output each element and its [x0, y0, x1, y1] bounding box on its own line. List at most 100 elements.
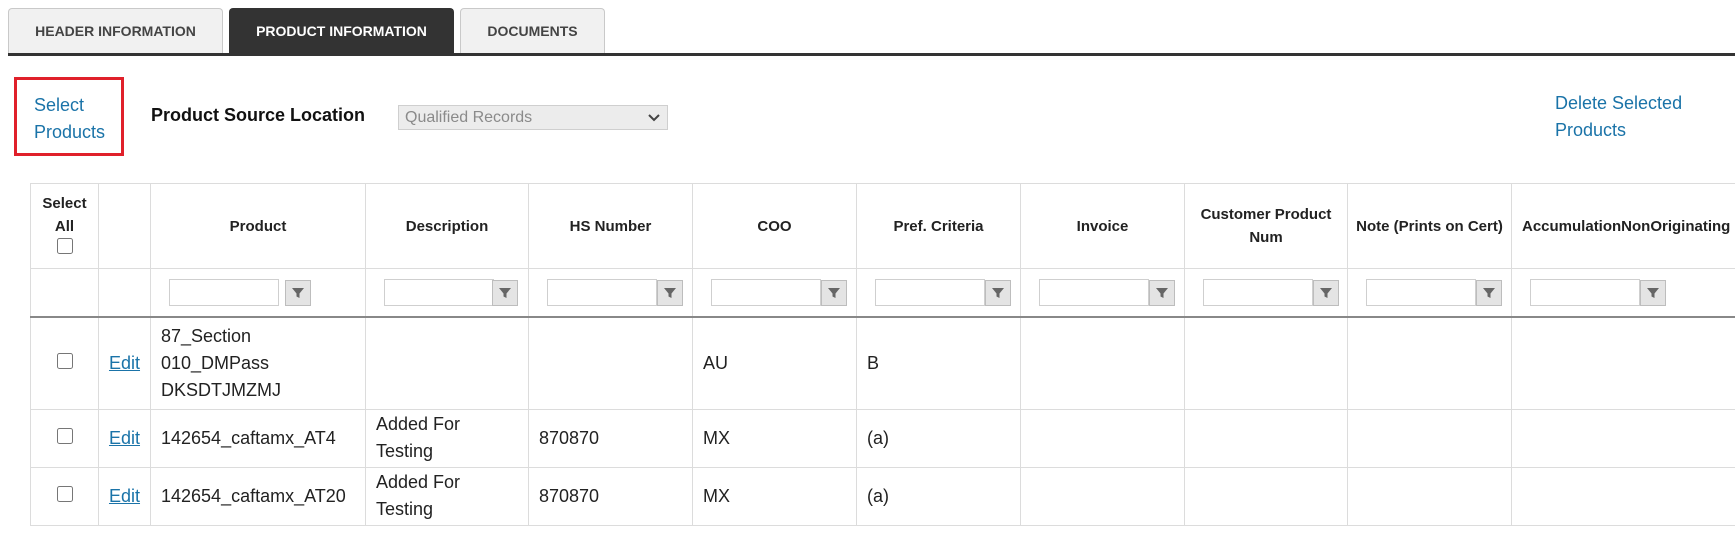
row-checkbox[interactable] — [56, 485, 73, 502]
cell-hs-number: 870870 — [528, 408, 693, 468]
row-edit-cell: Edit — [98, 466, 151, 526]
table-row: Edit 142654_caftamx_AT4 Added For Testin… — [30, 408, 1735, 468]
select-all-line2: All — [54, 217, 75, 235]
row-checkbox[interactable] — [56, 352, 73, 369]
tab-bar: HEADER INFORMATION PRODUCT INFORMATION D… — [0, 0, 1735, 56]
product-line: 010_DMPass — [161, 352, 270, 373]
edit-link[interactable]: Edit — [109, 353, 140, 373]
funnel-icon[interactable] — [1313, 279, 1339, 306]
header-select-all: Select All — [30, 183, 99, 269]
filter-pref-criteria — [856, 268, 1021, 318]
funnel-icon[interactable] — [657, 279, 683, 306]
filter-cell-empty — [30, 268, 99, 318]
funnel-icon[interactable] — [285, 279, 311, 306]
delete-selected-products-link[interactable]: Delete Selected Products — [1555, 90, 1682, 144]
cell-product: 87_Section 010_DMPass DKSDTJMZMJ — [150, 316, 366, 410]
header-edit — [98, 183, 151, 269]
header-hs-number[interactable]: HS Number — [528, 183, 693, 269]
edit-link[interactable]: Edit — [109, 486, 140, 506]
table-row: Edit 142654_caftamx_AT20 Added For Testi… — [30, 466, 1735, 526]
filter-customer-product-num — [1184, 268, 1348, 318]
cell-description: Added For Testing — [365, 466, 529, 526]
select-all-checkbox[interactable] — [56, 237, 73, 254]
product-source-location-value: Qualified Records — [405, 108, 533, 126]
cell-accumulation — [1511, 466, 1735, 526]
funnel-icon[interactable] — [821, 279, 847, 306]
tab-underline — [8, 53, 1735, 56]
description-line: Added For — [376, 472, 461, 492]
filter-input-invoice[interactable] — [1039, 279, 1149, 306]
filter-input-description[interactable] — [384, 279, 494, 306]
delete-selected-line2[interactable]: Products — [1555, 117, 1682, 144]
cell-pref-criteria: (a) — [856, 408, 1021, 468]
filter-input-product[interactable] — [169, 279, 279, 306]
header-customer-product-num[interactable]: Customer Product Num — [1184, 183, 1348, 269]
cell-coo: AU — [692, 316, 857, 410]
filter-input-pref-criteria[interactable] — [875, 279, 985, 306]
product-source-location-select[interactable]: Qualified Records — [398, 105, 668, 130]
filter-cell-empty — [98, 268, 151, 318]
products-grid: Select All Product Description HS Number… — [30, 183, 1735, 536]
edit-link[interactable]: Edit — [109, 428, 140, 448]
filter-accumulation — [1511, 268, 1735, 318]
cell-invoice — [1020, 316, 1185, 410]
product-line: 142654_caftamx_AT4 — [161, 427, 336, 448]
table-row: Edit 87_Section 010_DMPass DKSDTJMZMJ AU… — [30, 316, 1735, 410]
product-line: DKSDTJMZMJ — [161, 379, 281, 400]
header-description[interactable]: Description — [365, 183, 529, 269]
delete-selected-line1[interactable]: Delete Selected — [1555, 90, 1682, 117]
tab-documents[interactable]: DOCUMENTS — [460, 8, 605, 53]
select-products-line2[interactable]: Products — [34, 119, 121, 146]
filter-hs-number — [528, 268, 693, 318]
funnel-icon[interactable] — [985, 279, 1011, 306]
cell-pref-criteria: (a) — [856, 466, 1021, 526]
header-coo[interactable]: COO — [692, 183, 857, 269]
filter-input-hs-number[interactable] — [547, 279, 657, 306]
cell-invoice — [1020, 408, 1185, 468]
filter-description — [365, 268, 529, 318]
header-accumulation[interactable]: AccumulationNonOriginating — [1511, 183, 1735, 269]
cell-description — [365, 316, 529, 410]
product-source-location-label: Product Source Location — [151, 105, 366, 125]
description-line: Added For — [376, 414, 461, 434]
filter-product — [150, 268, 366, 318]
filter-input-accumulation[interactable] — [1530, 279, 1640, 306]
filter-input-coo[interactable] — [711, 279, 821, 306]
cell-customer-product-num — [1184, 316, 1348, 410]
funnel-icon[interactable] — [1640, 279, 1666, 306]
cell-coo: MX — [692, 466, 857, 526]
filter-invoice — [1020, 268, 1185, 318]
header-product[interactable]: Product — [150, 183, 366, 269]
cell-invoice — [1020, 466, 1185, 526]
funnel-icon[interactable] — [492, 279, 518, 306]
tab-header-information[interactable]: HEADER INFORMATION — [8, 8, 223, 53]
funnel-icon[interactable] — [1476, 279, 1502, 306]
product-line: 87_Section — [161, 325, 252, 346]
row-select-cell — [30, 466, 99, 526]
row-edit-cell: Edit — [98, 408, 151, 468]
cell-note — [1347, 408, 1512, 468]
cell-coo: MX — [692, 408, 857, 468]
cell-hs-number: 870870 — [528, 466, 693, 526]
cell-note — [1347, 316, 1512, 410]
select-products-link[interactable]: Select Products — [14, 77, 124, 156]
funnel-icon[interactable] — [1149, 279, 1175, 306]
tab-product-information[interactable]: PRODUCT INFORMATION — [229, 8, 454, 53]
header-note[interactable]: Note (Prints on Cert) — [1347, 183, 1512, 269]
row-checkbox[interactable] — [56, 427, 73, 444]
header-row: Select All Product Description HS Number… — [30, 183, 1735, 269]
select-products-line1[interactable]: Select — [34, 92, 121, 119]
row-edit-cell: Edit — [98, 316, 151, 410]
cell-accumulation — [1511, 408, 1735, 468]
filter-input-customer-product-num[interactable] — [1203, 279, 1313, 306]
header-invoice[interactable]: Invoice — [1020, 183, 1185, 269]
description-line: Testing — [376, 441, 434, 461]
cell-customer-product-num — [1184, 408, 1348, 468]
description-line: Testing — [376, 499, 434, 519]
cell-customer-product-num — [1184, 466, 1348, 526]
cell-description: Added For Testing — [365, 408, 529, 468]
row-select-cell — [30, 408, 99, 468]
header-pref-criteria[interactable]: Pref. Criteria — [856, 183, 1021, 269]
cell-product: 142654_caftamx_AT4 — [150, 408, 366, 468]
filter-input-note[interactable] — [1366, 279, 1476, 306]
